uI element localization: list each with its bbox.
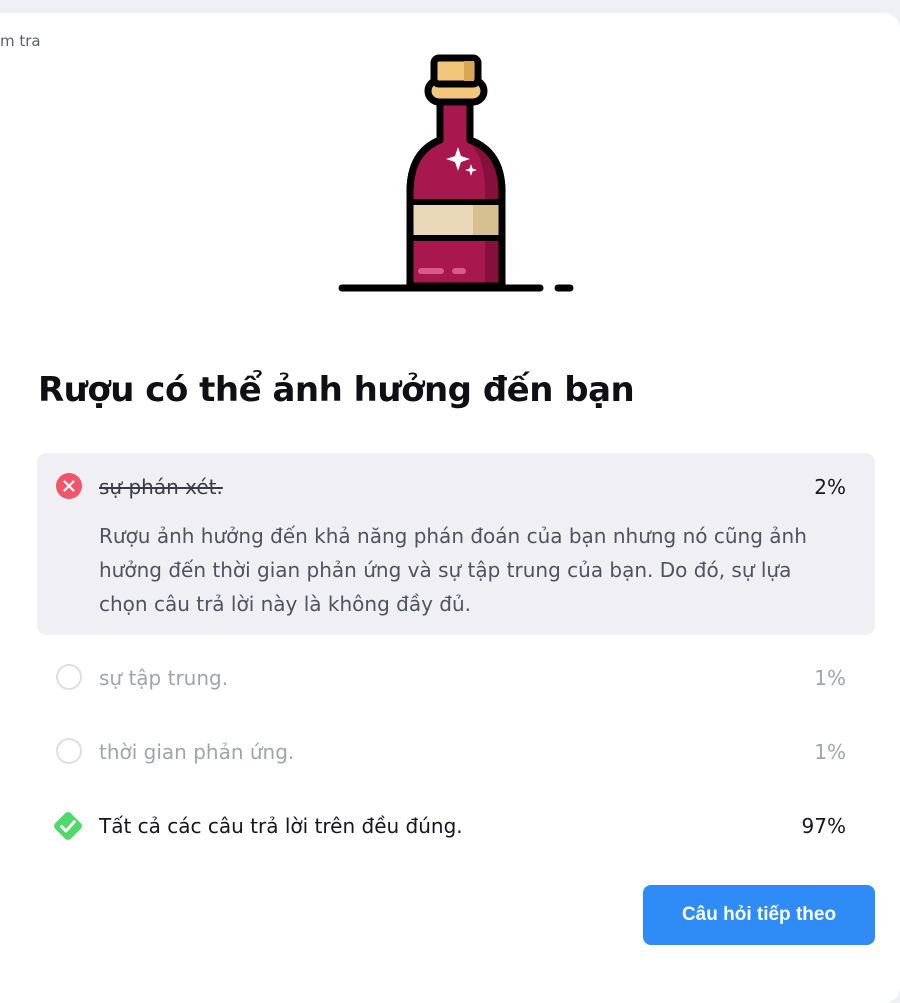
radio-empty-icon	[56, 738, 82, 764]
answer-explanation: Rượu ảnh hưởng đến khả năng phán đoán củ…	[99, 524, 807, 616]
question-title: Rượu có thể ảnh hưởng đến bạn	[38, 370, 635, 410]
option-label: thời gian phản ứng.	[99, 740, 295, 764]
option-percent: 97%	[801, 814, 846, 838]
next-question-button[interactable]: Câu hỏi tiếp theo	[643, 885, 875, 945]
x-circle-icon	[56, 473, 82, 499]
option-4[interactable]: Tất cả các câu trả lời trên đều đúng. 97…	[0, 808, 900, 844]
option-label: sự tập trung.	[99, 666, 229, 690]
breadcrumb[interactable]: m tra	[0, 32, 41, 50]
wine-bottle-icon	[338, 54, 574, 292]
option-percent: 1%	[814, 740, 846, 764]
radio-empty-icon	[56, 664, 82, 690]
option-2[interactable]: sự tập trung. 1%	[0, 662, 900, 696]
check-diamond-icon	[54, 812, 82, 840]
option-1[interactable]: sự phán xét. 2%	[0, 471, 900, 505]
option-label: Tất cả các câu trả lời trên đều đúng.	[99, 814, 463, 838]
option-label: sự phán xét.	[99, 475, 223, 499]
option-3[interactable]: thời gian phản ứng. 1%	[0, 736, 900, 770]
option-percent: 2%	[814, 475, 846, 499]
option-percent: 1%	[814, 666, 846, 690]
